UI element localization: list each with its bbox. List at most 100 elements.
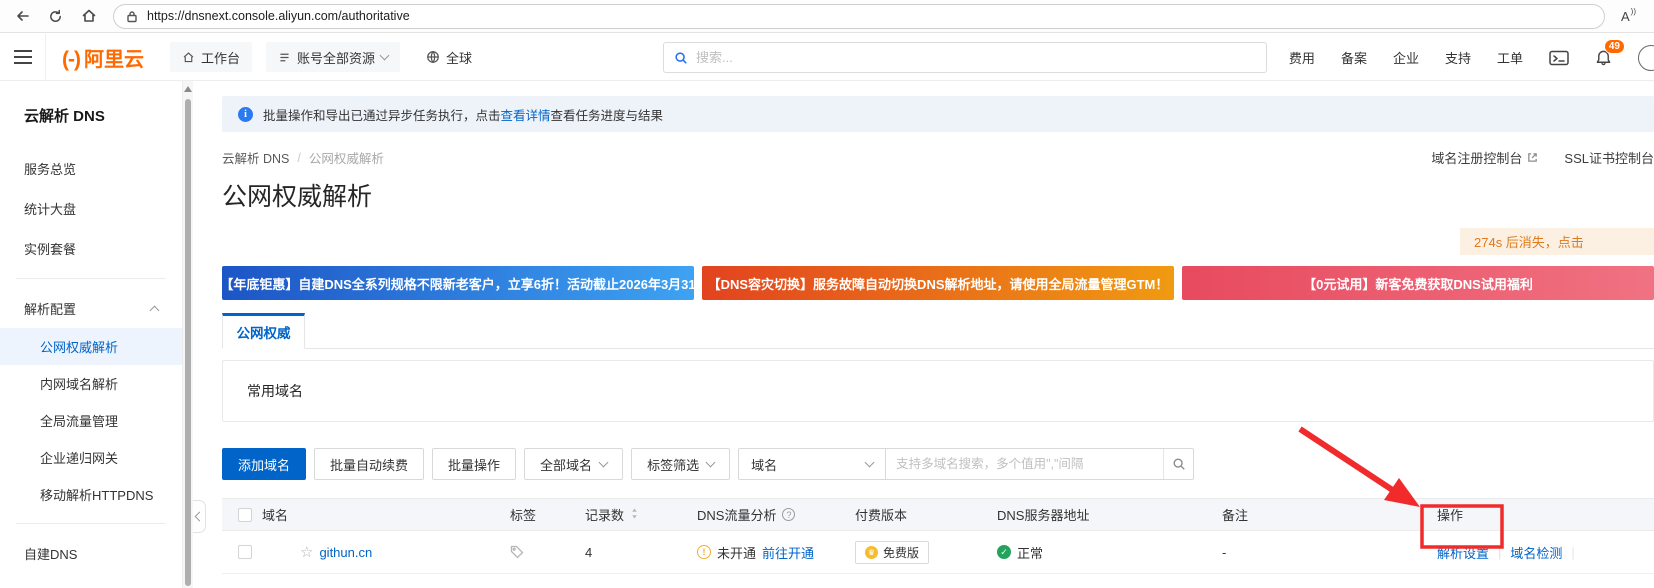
sidebar-title: 云解析 DNS: [0, 81, 182, 132]
countdown-notice[interactable]: 274s 后消失，点击: [1460, 228, 1654, 255]
sidebar-item-instance-plan[interactable]: 实例套餐: [0, 229, 182, 268]
workbench-button[interactable]: 工作台: [170, 42, 252, 72]
tab-public-authoritative[interactable]: 公网权威: [222, 313, 305, 349]
home-icon[interactable]: [80, 8, 97, 25]
domain-console-link[interactable]: 域名注册控制台: [1431, 148, 1538, 167]
sidebar-item-recursive-gateway[interactable]: 企业递归网关: [0, 439, 182, 476]
search-type-select[interactable]: 域名: [738, 448, 886, 480]
sidebar-item-service-overview[interactable]: 服务总览: [0, 149, 182, 188]
record-count-cell: 4: [585, 545, 697, 560]
common-domains-panel[interactable]: 常用域名: [222, 360, 1654, 422]
tag-icon: [510, 545, 524, 559]
view-details-link[interactable]: 查看详情: [501, 109, 551, 123]
sidebar-item-self-built-dns[interactable]: 自建DNS: [0, 534, 182, 573]
promo-banner-self-built-dns[interactable]: 【年底钜惠】自建DNS全系列规格不限新老客户，立享6折！活动截止2026年3月3…: [222, 266, 694, 300]
info-icon: i: [238, 107, 253, 122]
region-selector[interactable]: 全球: [414, 42, 484, 72]
async-task-notice: i 批量操作和导出已通过异步任务执行，点击查看详情查看任务进度与结果: [222, 96, 1654, 132]
resources-dropdown[interactable]: 账号全部资源: [266, 42, 400, 72]
address-bar[interactable]: https://dnsnext.console.aliyun.com/autho…: [113, 4, 1605, 29]
search-submit-button[interactable]: [1163, 449, 1193, 479]
nav-icp[interactable]: 备案: [1341, 48, 1367, 67]
status-ok-icon: ✓: [997, 545, 1011, 559]
logo-text: 阿里云: [84, 43, 144, 72]
sidebar-item-private-dns[interactable]: 内网域名解析: [0, 365, 182, 402]
chevron-down-icon: [599, 458, 609, 468]
url-text: https://dnsnext.console.aliyun.com/autho…: [147, 9, 410, 23]
divider: [16, 523, 166, 524]
cloudshell-icon[interactable]: [1549, 50, 1569, 66]
avatar[interactable]: [1638, 45, 1654, 71]
nav-support[interactable]: 支持: [1445, 48, 1471, 67]
dns-server-cell: ✓ 正常: [997, 543, 1222, 562]
main-content: i 批量操作和导出已通过异步任务执行，点击查看详情查看任务进度与结果 云解析 D…: [204, 81, 1654, 588]
row-checkbox[interactable]: [238, 545, 252, 559]
list-icon: [278, 51, 291, 64]
breadcrumb-root[interactable]: 云解析 DNS: [222, 148, 289, 167]
notice-text: 批量操作和导出已通过异步任务执行，点击查看详情查看任务进度与结果: [263, 105, 663, 124]
nav-enterprise[interactable]: 企业: [1393, 48, 1419, 67]
filter-all-domains-dropdown[interactable]: 全部域名: [524, 448, 623, 480]
scrollbar-thumb[interactable]: [185, 99, 191, 586]
batch-operations-button[interactable]: 批量操作: [432, 448, 516, 480]
notification-count-badge: 49: [1604, 39, 1625, 54]
read-aloud-icon[interactable]: A)): [1621, 9, 1636, 24]
header-paid-plan: 付费版本: [855, 505, 997, 524]
dns-traffic-cell: ! 未开通 前往开通: [697, 543, 855, 562]
logo-mark: (-): [62, 48, 80, 72]
sidebar-item-httpdns[interactable]: 移动解析HTTPDNS: [0, 476, 182, 513]
sidebar-item-statistics[interactable]: 统计大盘: [0, 189, 182, 228]
domain-search-input[interactable]: [886, 457, 1163, 471]
page: https://dnsnext.console.aliyun.com/autho…: [0, 0, 1654, 588]
nav-ticket[interactable]: 工单: [1497, 48, 1523, 67]
favorite-star-icon[interactable]: ☆: [300, 543, 313, 561]
promo-banner-free-trial[interactable]: 【0元试用】新客免费获取DNS试用福利: [1182, 266, 1654, 300]
domain-link[interactable]: githun.cn: [319, 545, 372, 560]
domain-check-link[interactable]: 域名检测: [1510, 543, 1562, 562]
ssl-console-link[interactable]: SSL证书控制台: [1564, 148, 1654, 167]
crown-icon: ♛: [865, 546, 878, 559]
scroll-up-icon[interactable]: [184, 86, 192, 92]
sidebar-group-dns-config[interactable]: 解析配置: [0, 289, 182, 328]
aliyun-logo[interactable]: (-) 阿里云: [62, 43, 144, 72]
divider: |: [1571, 545, 1574, 560]
select-all-checkbox[interactable]: [238, 508, 252, 522]
refresh-icon[interactable]: [47, 8, 64, 25]
notification-bell-icon[interactable]: 49: [1595, 49, 1612, 67]
breadcrumb-row: 云解析 DNS / 公网权威解析 域名注册控制台 SSL证书控制台: [222, 148, 1654, 167]
promo-banner-gtm[interactable]: 【DNS容灾切换】服务故障自动切换DNS解析地址，请使用全局流量管理GTM！: [702, 266, 1174, 300]
sort-icon[interactable]: [630, 507, 639, 523]
browser-toolbar: https://dnsnext.console.aliyun.com/autho…: [0, 0, 1654, 33]
help-icon[interactable]: ?: [782, 508, 795, 521]
chevron-down-icon: [380, 51, 390, 61]
sidebar-item-public-authoritative[interactable]: 公网权威解析: [0, 328, 182, 365]
divider: [16, 278, 166, 279]
header-right-nav: 费用 备案 企业 支持 工单 49: [1289, 34, 1654, 81]
domain-table-row: ☆ githun.cn 4 ! 未开通 前往开通 ♛ 免费版 ✓: [222, 531, 1654, 574]
chevron-left-icon: [194, 512, 204, 522]
menu-icon[interactable]: [0, 34, 46, 80]
enable-traffic-link[interactable]: 前往开通: [762, 543, 814, 562]
nav-billing[interactable]: 费用: [1289, 48, 1315, 67]
sidebar-scrollbar[interactable]: [182, 81, 193, 588]
search-icon: [674, 51, 688, 65]
header-record-count: 记录数: [585, 505, 697, 524]
chevron-down-icon: [706, 458, 716, 468]
add-domain-button[interactable]: 添加域名: [222, 448, 306, 480]
back-icon[interactable]: [14, 8, 31, 25]
sidebar-item-gtm[interactable]: 全局流量管理: [0, 402, 182, 439]
panel-title: 常用域名: [247, 381, 303, 401]
plan-badge[interactable]: ♛ 免费版: [855, 541, 929, 564]
dns-settings-link[interactable]: 解析设置: [1437, 543, 1489, 562]
sidebar-collapse-handle[interactable]: [193, 500, 206, 533]
quick-links: 域名注册控制台 SSL证书控制台: [1431, 148, 1654, 167]
global-search-input[interactable]: [696, 50, 1256, 65]
breadcrumb: 云解析 DNS / 公网权威解析: [222, 148, 384, 167]
chevron-up-icon: [150, 306, 160, 316]
filter-tags-dropdown[interactable]: 标签筛选: [631, 448, 730, 480]
domain-toolbar: 添加域名 批量自动续费 批量操作 全部域名 标签筛选 域名: [222, 448, 1654, 480]
home-icon: [182, 51, 195, 64]
batch-renew-button[interactable]: 批量自动续费: [314, 448, 424, 480]
tab-bar: 公网权威: [222, 313, 1654, 349]
tags-cell[interactable]: [510, 545, 585, 559]
